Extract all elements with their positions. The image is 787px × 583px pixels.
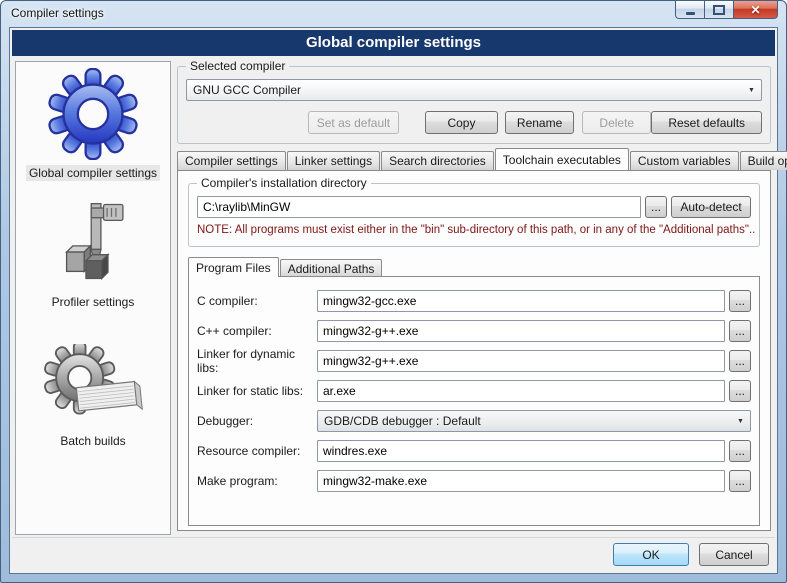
field-label: Linker for dynamic libs: [197, 347, 317, 375]
sidebar-item-batch-builds[interactable]: Batch builds [16, 344, 170, 449]
compiler-buttons-row: Set as default Copy Rename Delete Reset … [186, 111, 762, 134]
browse-button[interactable]: ... [729, 380, 751, 402]
ok-button[interactable]: OK [613, 543, 689, 566]
sidebar-item-profiler-settings[interactable]: Profiler settings [16, 201, 170, 310]
gray-gear-papers-icon [43, 344, 143, 428]
field-label: C compiler: [197, 294, 317, 308]
make-program-row: Make program: ... [197, 470, 751, 492]
debugger-select[interactable]: GDB/CDB debugger : Default ▼ [317, 410, 751, 432]
tab-compiler-settings[interactable]: Compiler settings [177, 151, 286, 170]
toolchain-executables-page: Compiler's installation directory ... Au… [177, 170, 771, 531]
resource-compiler-row: Resource compiler: ... [197, 440, 751, 462]
tab-program-files[interactable]: Program Files [188, 257, 279, 277]
blue-gear-icon [47, 68, 139, 160]
window-controls: ✕ [675, 1, 778, 19]
chevron-down-icon: ▼ [733, 411, 748, 431]
program-files-page: C compiler: ... C++ compiler: ... Linker… [188, 276, 760, 526]
dynamic-linker-row: Linker for dynamic libs: ... [197, 350, 751, 372]
footer-buttons: OK Cancel [613, 543, 769, 566]
dialog-window: Compiler settings ✕ Global compiler sett… [0, 0, 787, 583]
compiler-select-value: GNU GCC Compiler [193, 83, 301, 97]
maximize-icon [713, 5, 725, 15]
static-linker-row: Linker for static libs: ... [197, 380, 751, 402]
field-label: Make program: [197, 474, 317, 488]
program-files-subtabs: Program Files Additional Paths [188, 257, 383, 277]
browse-button[interactable]: ... [729, 440, 751, 462]
settings-tabstrip: Compiler settings Linker settings Search… [177, 148, 771, 170]
c-compiler-input[interactable] [317, 290, 725, 312]
browse-button[interactable]: ... [729, 470, 751, 492]
field-label: Resource compiler: [197, 444, 317, 458]
sidebar-item-label: Global compiler settings [26, 165, 160, 181]
minimize-button[interactable] [675, 1, 704, 19]
window-title: Compiler settings [11, 6, 104, 20]
selected-compiler-group: Selected compiler GNU GCC Compiler ▼ Set… [177, 66, 771, 144]
browse-directory-button[interactable]: ... [645, 196, 667, 218]
chevron-down-icon: ▼ [744, 80, 759, 100]
tab-build-options[interactable]: Build options [740, 151, 787, 170]
auto-detect-button[interactable]: Auto-detect [671, 196, 751, 218]
field-label: Linker for static libs: [197, 384, 317, 398]
sidebar-item-label: Profiler settings [49, 294, 138, 310]
field-label: Debugger: [197, 414, 317, 428]
group-legend: Compiler's installation directory [197, 176, 371, 190]
dialog-client-area: Global compiler settings [9, 27, 778, 574]
browse-button[interactable]: ... [729, 350, 751, 372]
reset-defaults-button[interactable]: Reset defaults [651, 111, 762, 134]
footer-divider [12, 537, 775, 538]
c-compiler-row: C compiler: ... [197, 290, 751, 312]
cpp-compiler-input[interactable] [317, 320, 725, 342]
tab-toolchain-executables[interactable]: Toolchain executables [495, 148, 629, 170]
group-legend: Selected compiler [186, 59, 289, 73]
sidebar-item-label: Batch builds [57, 433, 128, 449]
field-label: C++ compiler: [197, 324, 317, 338]
page-title: Global compiler settings [12, 30, 775, 56]
debugger-row: Debugger: GDB/CDB debugger : Default ▼ [197, 410, 751, 432]
minimize-icon [686, 12, 695, 15]
resource-compiler-input[interactable] [317, 440, 725, 462]
tab-additional-paths[interactable]: Additional Paths [280, 259, 383, 277]
main-panel: Selected compiler GNU GCC Compiler ▼ Set… [177, 60, 771, 567]
installation-directory-input[interactable] [197, 196, 641, 218]
set-as-default-button[interactable]: Set as default [308, 111, 399, 134]
copy-button[interactable]: Copy [425, 111, 498, 134]
titlebar[interactable]: Compiler settings ✕ [1, 1, 786, 27]
debugger-select-value: GDB/CDB debugger : Default [324, 414, 481, 428]
close-icon: ✕ [750, 3, 760, 17]
delete-button[interactable]: Delete [582, 111, 651, 134]
cpp-compiler-row: C++ compiler: ... [197, 320, 751, 342]
tab-search-directories[interactable]: Search directories [381, 151, 494, 170]
dynamic-linker-input[interactable] [317, 350, 725, 372]
cancel-button[interactable]: Cancel [699, 543, 769, 566]
settings-sidebar: Global compiler settings [15, 61, 171, 535]
installation-directory-row: ... Auto-detect [197, 196, 751, 218]
rename-button[interactable]: Rename [505, 111, 574, 134]
caliper-icon [49, 201, 137, 289]
sidebar-item-global-compiler-settings[interactable]: Global compiler settings [16, 68, 170, 181]
browse-button[interactable]: ... [729, 290, 751, 312]
tab-linker-settings[interactable]: Linker settings [287, 151, 380, 170]
static-linker-input[interactable] [317, 380, 725, 402]
compiler-select[interactable]: GNU GCC Compiler ▼ [186, 79, 762, 101]
close-button[interactable]: ✕ [733, 1, 778, 19]
tab-custom-variables[interactable]: Custom variables [630, 151, 739, 170]
maximize-button[interactable] [704, 1, 733, 19]
browse-button[interactable]: ... [729, 320, 751, 342]
installation-directory-group: Compiler's installation directory ... Au… [188, 183, 760, 247]
make-program-input[interactable] [317, 470, 725, 492]
note-text: NOTE: All programs must exist either in … [197, 224, 755, 236]
